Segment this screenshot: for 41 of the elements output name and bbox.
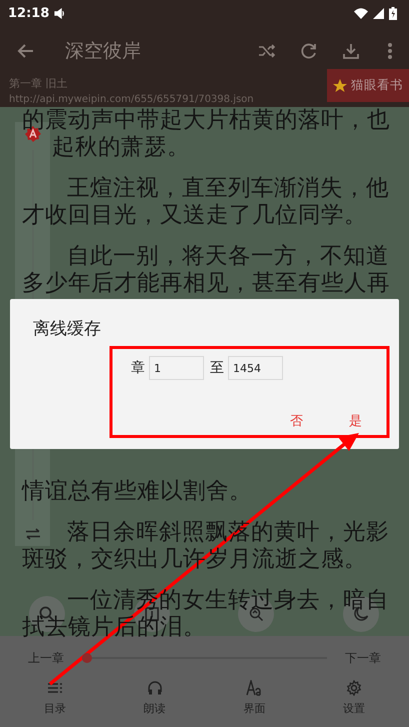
battery-icon (389, 7, 397, 20)
signal-icon (373, 8, 384, 19)
star-icon (333, 78, 347, 92)
swap-icon[interactable] (24, 528, 40, 540)
volume-icon (54, 8, 66, 19)
dialog-button[interactable]: 是 (345, 410, 366, 432)
nav-tab[interactable]: 设置 (324, 680, 384, 716)
end-chapter-input[interactable]: 1454 (228, 356, 283, 380)
source-badge[interactable]: 猫眼看书 (327, 69, 409, 102)
shuffle-icon[interactable] (258, 42, 276, 60)
text-line: 自此一别，将天各一方，不知道 (67, 243, 389, 270)
text-line: 才收回目光，又送走了几位同学。 (22, 202, 367, 229)
chapter-title: 第一章 旧土 (9, 76, 68, 91)
refresh-icon[interactable] (300, 42, 318, 60)
text-line: 的震动声中带起大片枯黄的落叶，也 (22, 107, 390, 134)
text-line: 情谊总有些难以割舍。 (22, 478, 252, 505)
wifi-icon (354, 8, 368, 19)
download-icon[interactable] (342, 42, 360, 60)
chapter-url: http://api.myweipin.com/655/655791/70398.json (9, 94, 255, 105)
start-chapter-input[interactable]: 1 (149, 356, 204, 380)
next-chapter-link[interactable]: 下一章 (345, 650, 381, 666)
font-size-icon (246, 680, 262, 696)
book-title: 深空彼岸 (65, 39, 142, 64)
nav-tab[interactable]: 界面 (224, 680, 284, 716)
list-icon (46, 680, 63, 696)
more-icon[interactable] (387, 42, 393, 60)
from-label: 章 (131, 359, 145, 377)
slider-thumb[interactable] (82, 653, 92, 663)
back-arrow-icon[interactable] (17, 42, 35, 60)
nav-tab[interactable]: 朗读 (124, 680, 185, 716)
dialog-button[interactable]: 否 (286, 410, 307, 432)
previous-chapter-link[interactable]: 上一章 (28, 650, 64, 666)
settings-icon (346, 680, 362, 696)
to-label: 至 (210, 359, 224, 377)
text-line: 起秋的萧瑟。 (52, 134, 190, 161)
text-line: 多少年后才能再相见，甚至有些人再 (22, 270, 390, 297)
status-time: 12:18 (8, 6, 50, 21)
nav-tab[interactable]: 目录 (24, 680, 85, 716)
dialog-title: 离线缓存 (33, 318, 102, 340)
text-line: 王煊注视，直至列车渐消失，他 (67, 175, 389, 202)
headphones-icon (146, 680, 163, 696)
